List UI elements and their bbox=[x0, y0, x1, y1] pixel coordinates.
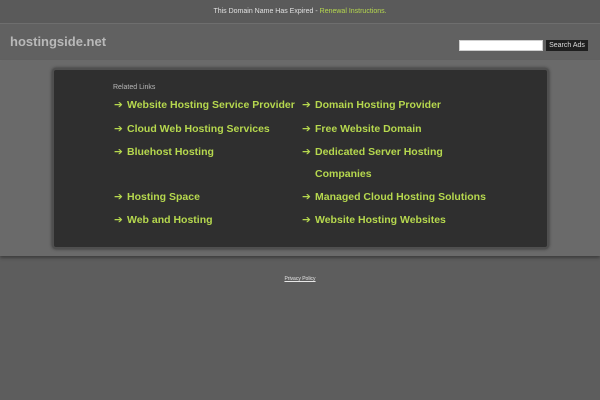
arrow-right-icon: ➔ bbox=[114, 99, 123, 111]
related-link-label: Domain Hosting Provider bbox=[315, 99, 442, 111]
expired-notice-bar: This Domain Name Has Expired - Renewal I… bbox=[0, 0, 600, 24]
expired-text: This Domain Name Has Expired - bbox=[213, 8, 320, 15]
arrow-right-icon: ➔ bbox=[114, 123, 123, 135]
related-link-label: Web and Hosting bbox=[127, 214, 213, 226]
arrow-right-icon: ➔ bbox=[114, 191, 123, 203]
related-link-label: Website Hosting Service Provider bbox=[127, 99, 295, 111]
privacy-policy-link[interactable]: Privacy Policy bbox=[0, 276, 600, 282]
site-logo[interactable]: hostingside.net bbox=[10, 34, 106, 49]
related-link-label: Dedicated Server Hosting bbox=[315, 146, 443, 158]
related-link[interactable]: ➔ Managed Cloud Hosting Solutions bbox=[302, 186, 486, 208]
arrow-right-icon: ➔ bbox=[302, 214, 311, 226]
related-link[interactable]: ➔ Hosting Space bbox=[114, 186, 200, 208]
related-link-continuation[interactable]: Companies bbox=[315, 163, 372, 185]
related-link[interactable]: ➔ Dedicated Server Hosting bbox=[302, 141, 443, 163]
related-link-label: Hosting Space bbox=[127, 191, 200, 203]
related-link-label: Website Hosting Websites bbox=[315, 214, 446, 226]
arrow-right-icon: ➔ bbox=[114, 214, 123, 226]
related-link[interactable]: ➔ Cloud Web Hosting Services bbox=[114, 118, 270, 140]
search-ads-button[interactable]: Search Ads bbox=[546, 40, 588, 51]
related-link-label: Managed Cloud Hosting Solutions bbox=[315, 191, 486, 203]
related-link[interactable]: ➔ Bluehost Hosting bbox=[114, 141, 214, 163]
related-link[interactable]: ➔ Website Hosting Service Provider bbox=[114, 94, 295, 116]
search-input[interactable] bbox=[459, 40, 543, 51]
related-link-label: Free Website Domain bbox=[315, 123, 422, 135]
arrow-right-icon: ➔ bbox=[302, 99, 311, 111]
related-link[interactable]: ➔ Website Hosting Websites bbox=[302, 209, 446, 231]
related-link-label: Bluehost Hosting bbox=[127, 146, 214, 158]
related-link[interactable]: ➔ Free Website Domain bbox=[302, 118, 422, 140]
related-link[interactable]: ➔ Domain Hosting Provider bbox=[302, 94, 441, 116]
arrow-right-icon: ➔ bbox=[114, 146, 123, 158]
related-links-title: Related Links bbox=[113, 84, 156, 91]
related-link-label: Cloud Web Hosting Services bbox=[127, 123, 270, 135]
arrow-right-icon: ➔ bbox=[302, 146, 311, 158]
renewal-instructions-link[interactable]: Renewal Instructions. bbox=[320, 8, 387, 15]
related-link-label: Companies bbox=[315, 168, 372, 180]
arrow-right-icon: ➔ bbox=[302, 191, 311, 203]
related-link[interactable]: ➔ Web and Hosting bbox=[114, 209, 213, 231]
header: hostingside.net Search Ads bbox=[0, 24, 600, 61]
arrow-right-icon: ➔ bbox=[302, 123, 311, 135]
